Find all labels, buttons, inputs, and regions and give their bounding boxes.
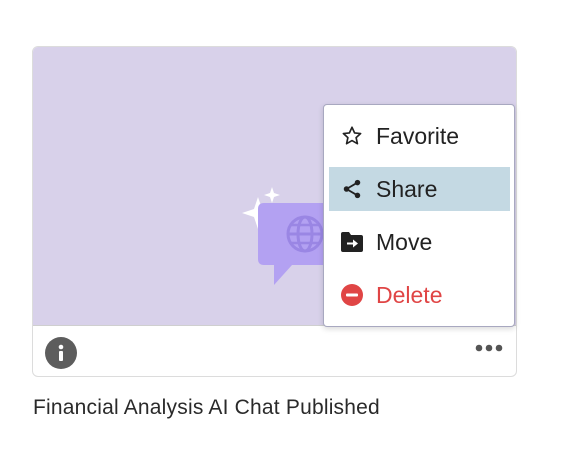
folder-move-icon	[340, 230, 364, 254]
menu-item-label: Share	[376, 175, 438, 202]
menu-item-label: Favorite	[376, 122, 460, 149]
menu-item-label: Move	[376, 228, 433, 255]
minus-circle-icon	[340, 283, 364, 307]
context-menu: Favorite Share Move Delete	[323, 104, 515, 327]
card-footer	[33, 325, 516, 376]
card-title: Financial Analysis AI Chat Published	[33, 396, 380, 419]
info-icon[interactable]	[45, 337, 77, 369]
more-options-icon[interactable]	[474, 337, 504, 359]
star-outline-icon	[340, 124, 364, 148]
menu-item-favorite[interactable]: Favorite	[329, 114, 510, 158]
menu-item-label: Delete	[376, 281, 443, 308]
share-icon	[340, 177, 364, 201]
menu-item-move[interactable]: Move	[329, 220, 510, 264]
menu-item-share[interactable]: Share	[329, 167, 510, 211]
menu-item-delete[interactable]: Delete	[329, 273, 510, 317]
